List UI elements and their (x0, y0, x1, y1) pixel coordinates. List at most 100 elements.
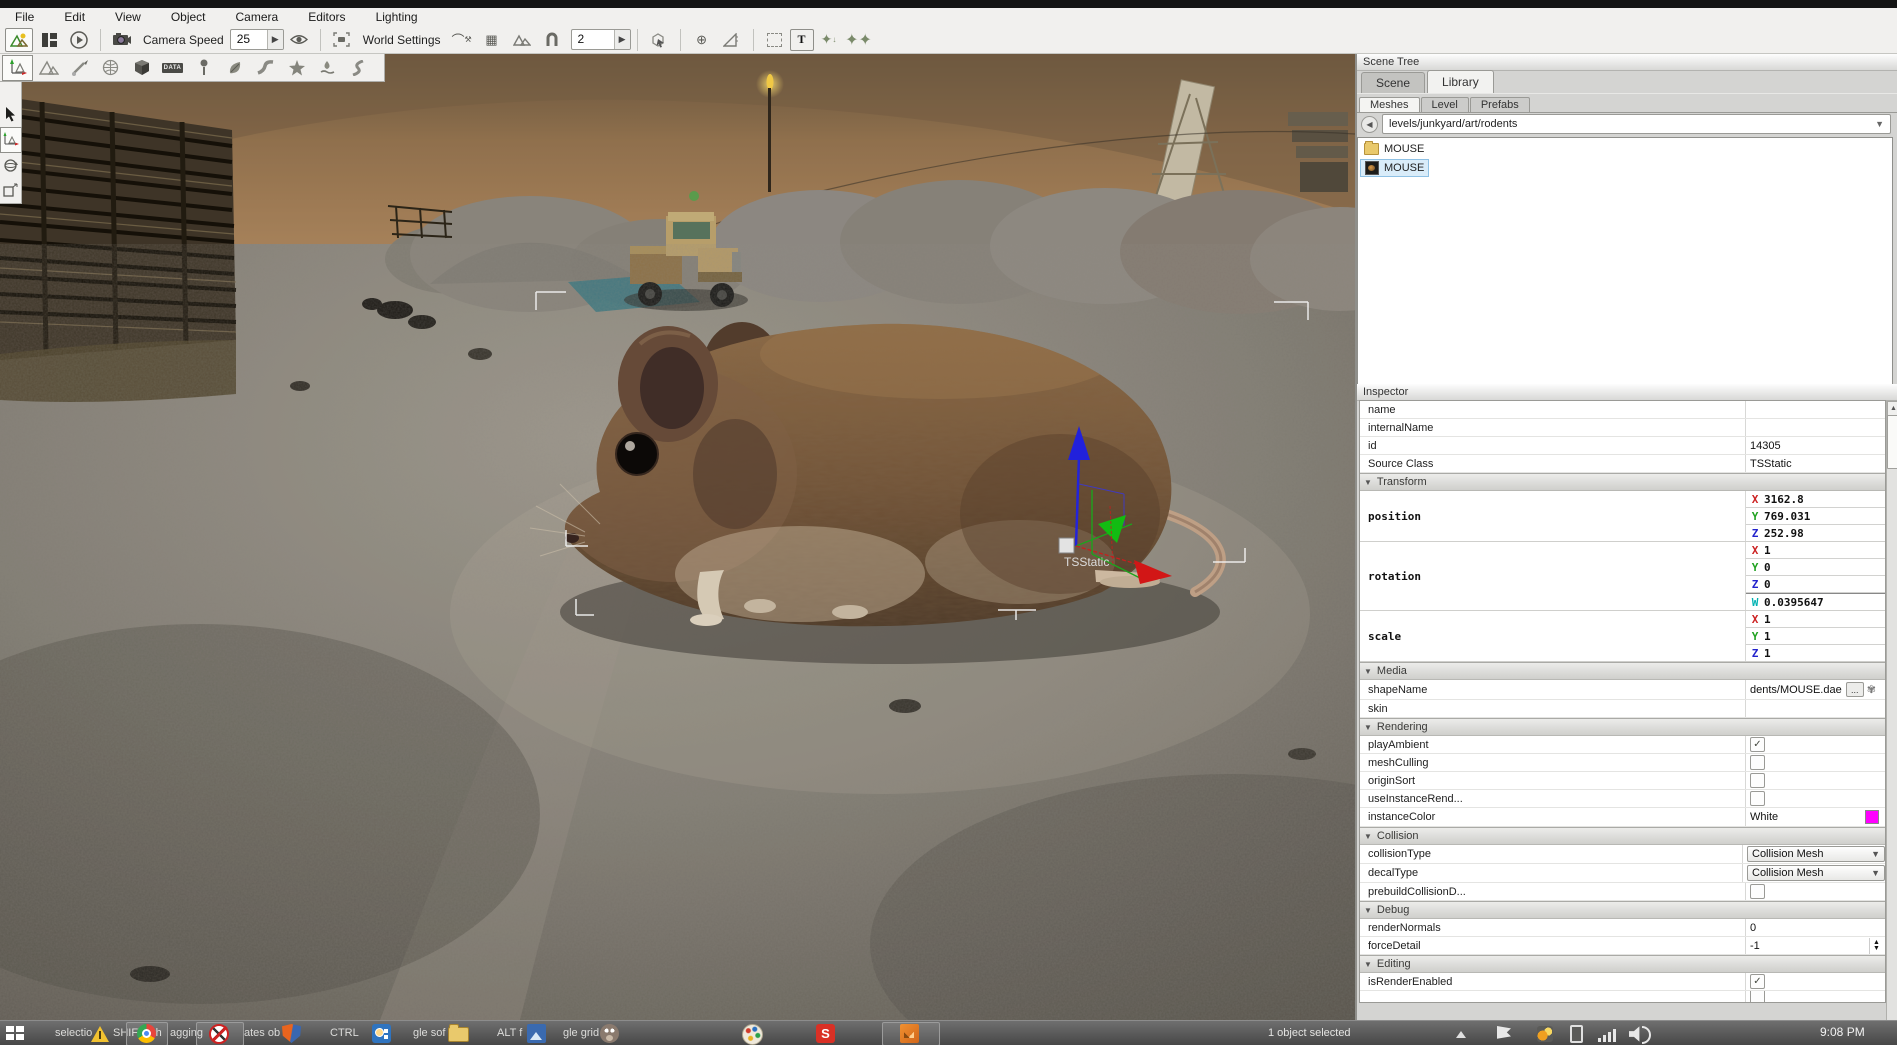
road-editor-tool-icon[interactable] (250, 55, 281, 81)
viewport-canvas[interactable]: TSStatic (0, 54, 1355, 1020)
drop-to-ground-icon[interactable]: ✦ ↓ (815, 28, 843, 52)
menu-editors[interactable]: Editors (293, 8, 360, 26)
selection-bounds-icon[interactable] (761, 28, 789, 52)
device-icon[interactable] (1570, 1025, 1583, 1043)
number-spinner[interactable]: ▲ ▼ (1869, 937, 1883, 954)
camera-speed-dropdown[interactable]: 25 ▶ (229, 29, 284, 50)
material-editor-tool-icon[interactable] (95, 55, 126, 81)
scale-tool-icon[interactable] (0, 178, 22, 203)
menu-camera[interactable]: Camera (221, 8, 294, 26)
chrome-icon[interactable] (137, 1024, 156, 1043)
paint-palette-icon[interactable] (742, 1024, 763, 1045)
menu-lighting[interactable]: Lighting (361, 8, 433, 26)
rotation-w-field[interactable]: 0.0395647 (1764, 596, 1824, 609)
list-item-mesh-mouse[interactable]: MOUSE (1360, 159, 1430, 177)
scale-x-field[interactable]: 1 (1764, 613, 1771, 626)
instancecolor-value[interactable]: White (1750, 811, 1778, 823)
datablock-editor-tool-icon[interactable]: DATA (157, 55, 188, 81)
select-tool-icon[interactable] (0, 102, 22, 127)
library-path-dropdown[interactable]: levels/junkyard/art/rodents ▼ (1382, 114, 1891, 134)
camera-frame-icon[interactable] (328, 28, 356, 52)
menu-file[interactable]: File (0, 8, 49, 26)
menu-edit[interactable]: Edit (49, 8, 100, 26)
rotation-x-field[interactable]: 1 (1764, 544, 1771, 557)
checkbox[interactable]: ✓ (1750, 974, 1765, 989)
tray-expand-icon[interactable] (1456, 1031, 1466, 1038)
world-settings-button[interactable]: World Settings (363, 33, 441, 47)
world-editor-icon[interactable] (5, 27, 33, 52)
terrain-painter-tool-icon[interactable] (64, 55, 95, 81)
chevron-right-icon[interactable]: ▶ (266, 30, 283, 49)
shape-options-icon[interactable]: ✾ (1867, 683, 1876, 696)
drop-at-camera-icon[interactable]: ✦✦ (845, 28, 873, 52)
section-transform[interactable]: ▼ Transform (1360, 473, 1885, 491)
window-grid-icon[interactable] (6, 1024, 25, 1043)
text-tool-icon[interactable]: T (789, 28, 814, 51)
scrollbar-thumb[interactable] (1887, 415, 1897, 469)
notification-icon[interactable] (1537, 1026, 1553, 1042)
tab-library[interactable]: Library (1427, 70, 1494, 93)
checkbox[interactable] (1750, 773, 1765, 788)
tab-scene[interactable]: Scene (1361, 72, 1426, 93)
visibility-eye-icon[interactable] (285, 28, 313, 52)
level-editor-app-icon[interactable] (900, 1024, 919, 1043)
folder-icon[interactable] (448, 1024, 469, 1042)
scale-y-field[interactable]: 1 (1764, 630, 1771, 643)
measure-tool-icon[interactable] (718, 28, 746, 52)
prop-value-field[interactable] (1746, 401, 1885, 418)
inspector-scrollbar[interactable]: ▲ ▼ (1886, 400, 1897, 1045)
browse-button[interactable]: ... (1845, 682, 1864, 697)
nav-back-icon[interactable]: ◀ (1361, 115, 1378, 133)
tab-meshes[interactable]: Meshes (1359, 97, 1420, 112)
terrain-editor-tool-icon[interactable] (33, 55, 64, 81)
tab-prefabs[interactable]: Prefabs (1469, 97, 1530, 112)
action-flag-icon[interactable] (1497, 1026, 1511, 1042)
sketchup-icon[interactable]: S (816, 1024, 835, 1043)
shapename-value[interactable]: dents/MOUSE.dae (1750, 684, 1842, 696)
object-select-icon[interactable] (645, 28, 673, 52)
checkbox[interactable]: ✓ (1750, 737, 1765, 752)
taskbar-clock[interactable]: 9:08 PM (1820, 1025, 1865, 1039)
soft-snap-icon[interactable]: ⌒ ⚒ (448, 28, 476, 52)
section-media[interactable]: ▼ Media (1360, 662, 1885, 680)
add-object-icon[interactable]: ⊕ (688, 28, 716, 52)
skin-value-field[interactable] (1746, 700, 1885, 717)
forest-leaf-tool-icon[interactable] (219, 55, 250, 81)
terrain-snap-icon[interactable] (508, 28, 536, 52)
speaker-icon[interactable] (1629, 1026, 1640, 1042)
section-debug[interactable]: ▼ Debug (1360, 901, 1885, 919)
checkbox[interactable] (1750, 884, 1765, 899)
position-y-field[interactable]: 769.031 (1764, 510, 1810, 523)
forcedetail-field[interactable]: -1 (1750, 940, 1760, 952)
position-x-field[interactable]: 3162.8 (1764, 493, 1804, 506)
image-viewer-icon[interactable] (527, 1024, 546, 1043)
prop-value-field[interactable] (1746, 419, 1885, 436)
color-swatch[interactable] (1865, 810, 1879, 824)
checkbox[interactable] (1750, 791, 1765, 806)
checkbox[interactable] (1750, 991, 1765, 1002)
decal-pin-tool-icon[interactable] (188, 55, 219, 81)
window-layout-icon[interactable] (35, 28, 63, 52)
rendernormals-field[interactable]: 0 (1746, 919, 1885, 936)
grid-snap-icon[interactable]: ▦ (478, 28, 506, 52)
object-editor-tool-icon[interactable] (2, 54, 33, 81)
chevron-right-icon[interactable]: ▶ (613, 30, 630, 49)
network-signal-icon[interactable] (1598, 1029, 1616, 1042)
tab-level[interactable]: Level (1420, 97, 1469, 112)
position-z-field[interactable]: 252.98 (1764, 527, 1804, 540)
section-collision[interactable]: ▼ Collision (1360, 827, 1885, 845)
scale-z-field[interactable]: 1 (1764, 647, 1771, 660)
rotation-y-field[interactable]: 0 (1764, 561, 1771, 574)
rotation-z-field[interactable]: 0 (1764, 578, 1771, 591)
gimp-icon[interactable] (600, 1024, 619, 1043)
camera-icon[interactable] (108, 28, 136, 52)
control-panel-icon[interactable] (372, 1024, 391, 1043)
particle-editor-tool-icon[interactable] (281, 55, 312, 81)
warning-triangle-icon[interactable] (91, 1026, 109, 1042)
list-item-folder-mouse[interactable]: MOUSE (1360, 141, 1428, 157)
object-snap-magnet-icon[interactable] (538, 28, 566, 52)
menu-view[interactable]: View (100, 8, 156, 26)
section-editing[interactable]: ▼ Editing (1360, 955, 1885, 973)
section-rendering[interactable]: ▼ Rendering (1360, 718, 1885, 736)
scroll-up-icon[interactable]: ▲ (1887, 401, 1897, 416)
